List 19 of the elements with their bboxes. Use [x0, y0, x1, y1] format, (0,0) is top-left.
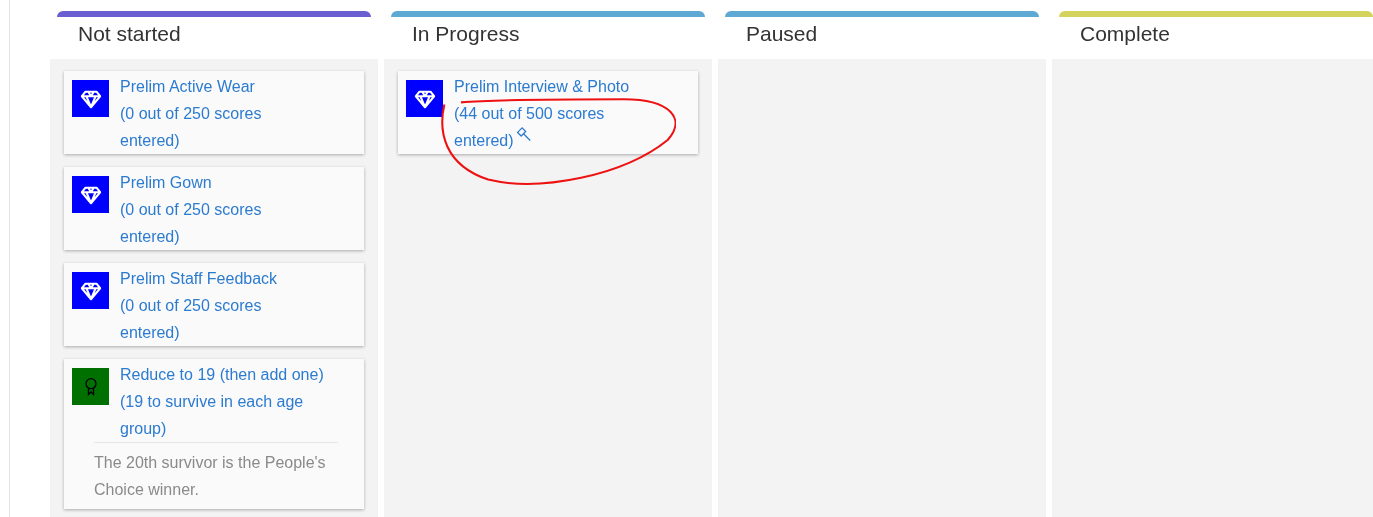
task-title-link[interactable]: Prelim Gown — [120, 169, 348, 196]
score-count-text: (0 out of 250 scores entered) — [120, 105, 262, 149]
task-title-link[interactable]: Prelim Interview & Photo — [454, 73, 682, 100]
column-title: Not started — [77, 21, 182, 47]
score-count-text: (0 out of 250 scores entered) — [120, 297, 262, 341]
task-card[interactable]: Prelim Active Wear (0 out of 250 scores entered) — [64, 71, 364, 154]
score-count-text: (0 out of 250 scores entered) — [120, 201, 262, 245]
column-title: In Progress — [411, 21, 521, 47]
task-note: The 20th survivor is the People's Choice winner. — [94, 442, 338, 509]
column-title: Paused — [745, 21, 819, 47]
task-card[interactable]: Reduce to 19 (then add one) (19 to survive in each age group) The 20th survivor is the People's Choice winner. — [64, 359, 364, 509]
task-card[interactable]: Prelim Gown (0 out of 250 scores entered) — [64, 167, 364, 250]
column-title: Complete — [1079, 21, 1171, 47]
task-card[interactable]: Prelim Interview & Photo (44 out of 500 scores entered) — [398, 71, 698, 154]
task-title-link[interactable]: Prelim Staff Feedback — [120, 265, 348, 292]
task-title-link[interactable]: Prelim Active Wear — [120, 73, 348, 100]
score-count-text: (44 out of 500 scores entered) — [454, 105, 605, 149]
task-card[interactable]: Prelim Staff Feedback (0 out of 250 scores entered) — [64, 263, 364, 346]
task-title-link[interactable]: Reduce to 19 (then add one) (19 to survive in each age group) — [120, 361, 348, 442]
